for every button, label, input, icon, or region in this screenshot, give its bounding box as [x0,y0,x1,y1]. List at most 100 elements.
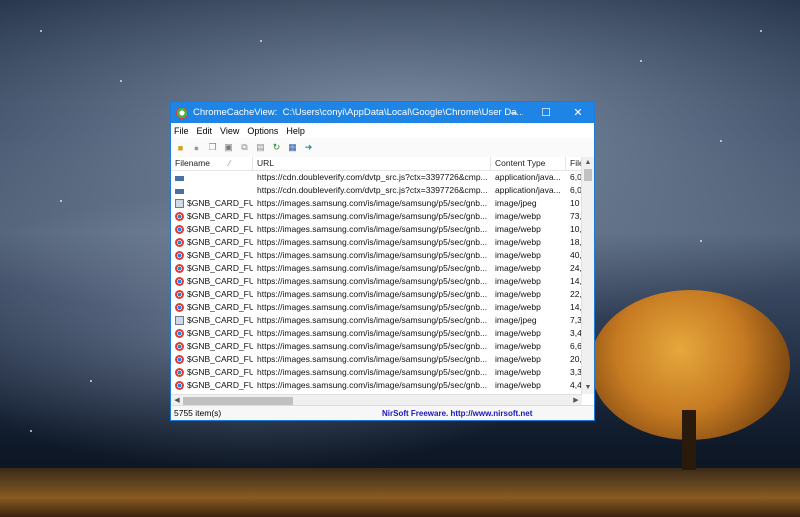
table-row[interactable]: $GNB_CARD_FU... https://images.samsung.co… [171,275,594,288]
menu-view[interactable]: View [220,126,239,136]
cell-content-type: image/webp [495,328,541,338]
cell-url: https://images.samsung.com/is/image/sams… [257,341,488,351]
chrome-icon [175,355,184,364]
cell-url: https://images.samsung.com/is/image/sams… [257,224,488,234]
refresh-icon[interactable]: ↻ [270,141,283,154]
column-file-size[interactable]: File [566,157,582,170]
properties-icon[interactable]: ▤ [254,141,267,154]
chromecacheview-app-icon [176,106,188,119]
chrome-icon [175,212,184,221]
save-icon[interactable]: ▣ [222,141,235,154]
stop-icon[interactable]: ● [190,141,203,154]
table-row[interactable]: $GNB_CARD_FU... https://images.samsung.co… [171,353,594,366]
table-row[interactable]: $GNB_CARD_FU... https://images.samsung.co… [171,366,594,379]
cell-filename: $GNB_CARD_FU... [171,379,253,392]
table-row[interactable]: $GNB_CARD_FU... https://images.samsung.co… [171,314,594,327]
close-button[interactable]: ✕ [562,102,594,123]
cell-content-type: image/webp [495,354,541,364]
table-row[interactable]: $GNB_CARD_FU... https://images.samsung.co… [171,262,594,275]
minimize-button[interactable]: – [498,102,530,123]
cell-url: https://images.samsung.com/is/image/sams… [257,328,488,338]
image-file-icon [175,316,184,325]
filename-text: $GNB_CARD_FU... [187,276,253,286]
title-bar[interactable]: ChromeCacheView: C:\Users\conyi\AppData\… [171,102,594,123]
filename-text: $GNB_CARD_FU... [187,250,253,260]
copy-icon[interactable]: ⧉ [238,141,251,154]
table-row[interactable]: https://cdn.doubleverify.com/dvtp_src.js… [171,171,594,184]
table-row[interactable]: $GNB_CARD_FU... https://images.samsung.co… [171,340,594,353]
table-row[interactable]: $GNB_CARD_FU... https://images.samsung.co… [171,327,594,340]
cell-filename [171,171,253,184]
table-row[interactable]: $GNB_CARD_FU... https://images.samsung.co… [171,288,594,301]
cell-file-size: 6,0 [570,185,582,195]
vertical-scroll-thumb[interactable] [584,169,592,181]
exit-icon[interactable]: ➜ [302,141,315,154]
chrome-icon [175,329,184,338]
table-row[interactable]: $GNB_CARD_FU... https://images.samsung.co… [171,379,594,392]
list-rows: https://cdn.doubleverify.com/dvtp_src.js… [171,171,594,392]
app-name: ChromeCacheView: [193,107,278,118]
cell-url: https://cdn.doubleverify.com/dvtp_src.js… [257,185,488,195]
cell-file-size: 3,4 [570,328,582,338]
table-row[interactable]: https://cdn.doubleverify.com/dvtp_src.js… [171,184,594,197]
filename-text: $GNB_CARD_FU... [187,198,253,208]
cell-content-type: application/java... [495,185,561,195]
table-row[interactable]: $GNB_CARD_FU... https://images.samsung.co… [171,197,594,210]
generic-file-icon [175,189,184,194]
menu-options[interactable]: Options [247,126,278,136]
scroll-down-icon[interactable]: ▼ [582,382,594,394]
cell-filename: $GNB_CARD_FU... [171,275,253,288]
cell-url: https://images.samsung.com/is/image/sams… [257,250,488,260]
vertical-scrollbar[interactable]: ▲ ▼ [581,157,594,394]
copy-files-icon[interactable]: ❐ [206,141,219,154]
cell-file-size: 10, [570,224,582,234]
status-bar: 5755 item(s) NirSoft Freeware. http://ww… [171,405,594,420]
filename-text: $GNB_CARD_FU... [187,263,253,273]
maximize-button[interactable]: ☐ [530,102,562,123]
cell-filename: $GNB_CARD_FU... [171,223,253,236]
cell-filename: $GNB_CARD_FU... [171,327,253,340]
chrome-icon [175,225,184,234]
table-row[interactable]: $GNB_CARD_FU... https://images.samsung.co… [171,301,594,314]
menu-file[interactable]: File [174,126,189,136]
html-report-icon[interactable]: ▦ [286,141,299,154]
autumn-tree [590,290,790,480]
nirsoft-link[interactable]: NirSoft Freeware. http://www.nirsoft.net [374,409,532,418]
column-url[interactable]: URL [253,157,491,170]
cache-list[interactable]: Filename ∕ URL Content Type File https:/… [171,157,594,408]
cell-content-type: image/webp [495,224,541,234]
table-row[interactable]: $GNB_CARD_FU... https://images.samsung.co… [171,210,594,223]
cell-url: https://images.samsung.com/is/image/sams… [257,380,488,390]
horizontal-scroll-thumb[interactable] [183,397,293,405]
menu-help[interactable]: Help [286,126,305,136]
cell-url: https://cdn.doubleverify.com/dvtp_src.js… [257,172,488,182]
chrome-icon [175,303,184,312]
column-content-type[interactable]: Content Type [491,157,566,170]
chromecacheview-window[interactable]: ChromeCacheView: C:\Users\conyi\AppData\… [170,101,595,421]
scroll-up-icon[interactable]: ▲ [582,157,594,169]
cell-file-size: 40, [570,250,582,260]
cell-content-type: application/java... [495,172,561,182]
cell-filename: $GNB_CARD_FU... [171,301,253,314]
generic-file-icon [175,176,184,181]
chrome-icon [175,277,184,286]
menu-edit[interactable]: Edit [197,126,213,136]
cell-file-size: 6,0 [570,172,582,182]
chrome-icon [175,290,184,299]
select-folder-icon[interactable]: ■ [174,141,187,154]
filename-text: $GNB_CARD_FU... [187,341,253,351]
filename-text: $GNB_CARD_FU... [187,315,253,325]
table-row[interactable]: $GNB_CARD_FU... https://images.samsung.co… [171,223,594,236]
cell-url: https://images.samsung.com/is/image/sams… [257,276,488,286]
chrome-icon [175,264,184,273]
cell-url: https://images.samsung.com/is/image/sams… [257,263,488,273]
cell-file-size: 3,3 [570,367,582,377]
column-filename[interactable]: Filename ∕ [171,157,253,170]
cell-file-size: 10 [570,198,580,208]
table-row[interactable]: $GNB_CARD_FU... https://images.samsung.co… [171,249,594,262]
table-row[interactable]: $GNB_CARD_FU... https://images.samsung.co… [171,236,594,249]
cell-file-size: 24, [570,263,582,273]
window-title: ChromeCacheView: C:\Users\conyi\AppData\… [193,107,523,118]
cell-filename: $GNB_CARD_FU... [171,262,253,275]
cell-content-type: image/webp [495,367,541,377]
